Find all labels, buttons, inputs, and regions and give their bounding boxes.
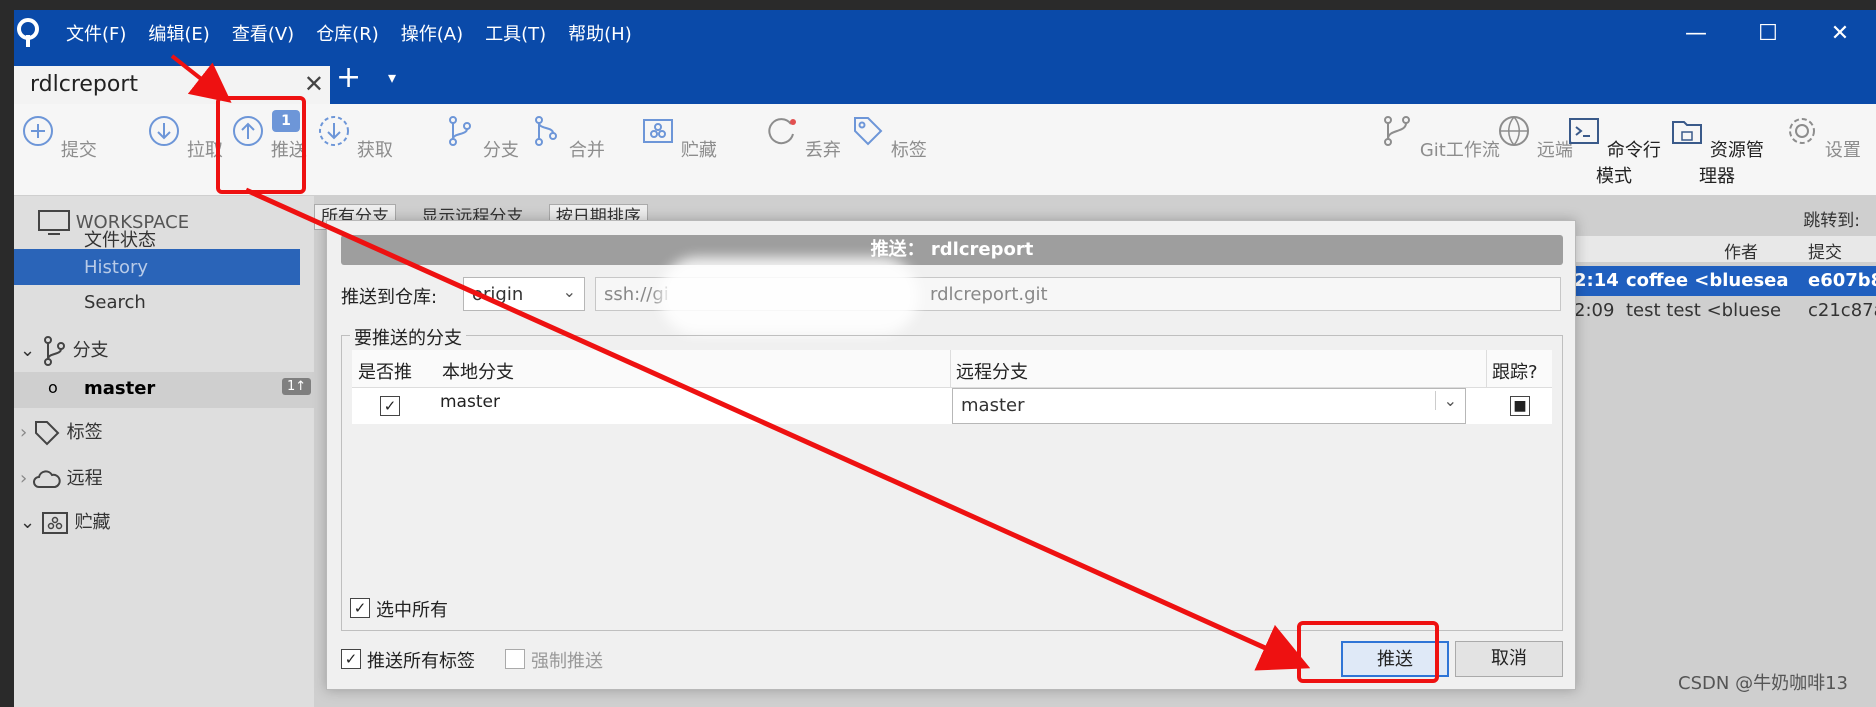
arrow-to-confirm-button <box>244 187 1311 671</box>
annotation-arrows <box>170 54 1311 671</box>
watermark: CSDN @牛奶咖啡13 <box>1678 673 1848 694</box>
arrow-to-push-button <box>170 54 232 103</box>
sourcetree-window: 文件(F) 编辑(E) 查看(V) 仓库(R) 操作(A) 工具(T) 帮助(H… <box>14 10 1876 707</box>
